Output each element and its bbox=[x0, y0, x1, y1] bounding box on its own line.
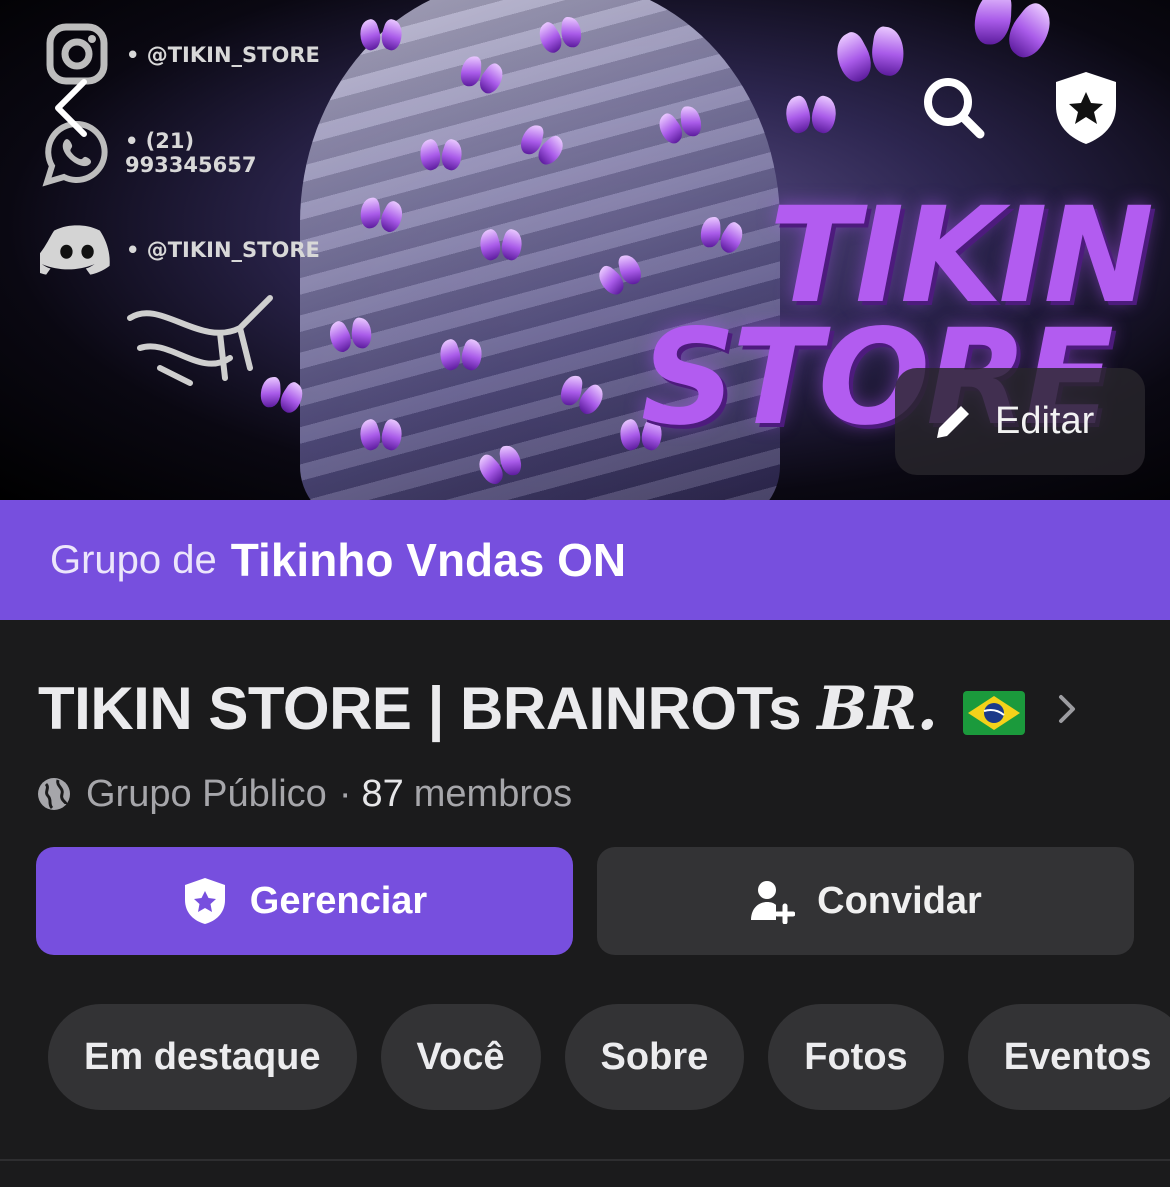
member-label[interactable]: membros bbox=[414, 773, 572, 816]
tab-about[interactable]: Sobre bbox=[564, 1004, 745, 1110]
tab-photos[interactable]: Fotos bbox=[768, 1004, 944, 1110]
shield-star-icon bbox=[184, 878, 225, 924]
owner-prefix: Grupo de bbox=[50, 537, 217, 582]
tab-events[interactable]: Eventos bbox=[967, 1004, 1170, 1110]
tab-you[interactable]: Você bbox=[380, 1004, 541, 1110]
group-tabs: Em destaque Você Sobre Fotos Eventos bbox=[48, 1004, 1170, 1110]
meta-separator: · bbox=[338, 772, 352, 815]
discord-icon bbox=[40, 216, 114, 284]
edit-cover-button[interactable]: Editar bbox=[895, 368, 1145, 475]
group-meta: Grupo Público · 87 membros bbox=[36, 764, 572, 824]
group-title-main: TIKIN STORE | BRAINROTs bbox=[38, 675, 818, 742]
section-divider bbox=[0, 1159, 1170, 1161]
butterfly-decoration bbox=[966, 0, 1057, 66]
butterfly-decoration bbox=[786, 97, 836, 135]
butterfly-decoration bbox=[833, 25, 908, 87]
group-title: TIKIN STORE | BRAINROTs BR. bbox=[38, 674, 1026, 744]
contact-discord-text: • @TIKIN_STORE bbox=[126, 238, 320, 262]
privacy-label: Grupo Público bbox=[86, 772, 327, 815]
search-button[interactable] bbox=[918, 72, 990, 144]
shield-star-icon bbox=[1056, 72, 1116, 144]
manage-button-label: Gerenciar bbox=[249, 879, 428, 922]
butterfly-decoration bbox=[480, 230, 522, 262]
back-button[interactable] bbox=[50, 76, 94, 140]
member-count[interactable]: 87 bbox=[361, 773, 403, 816]
group-title-row[interactable]: TIKIN STORE | BRAINROTs BR. bbox=[38, 664, 1138, 754]
contact-instagram-text: • @TIKIN_STORE bbox=[126, 43, 320, 67]
search-icon bbox=[924, 78, 985, 139]
admin-shield-button[interactable] bbox=[1050, 68, 1122, 148]
edit-cover-label: Editar bbox=[995, 400, 1095, 442]
chevron-right-icon[interactable] bbox=[1055, 689, 1079, 729]
butterfly-decoration bbox=[360, 20, 402, 52]
owner-name[interactable]: Tikinho Vndas ON bbox=[231, 533, 626, 587]
add-person-icon bbox=[751, 881, 796, 924]
cover-photo: TIKIN STORE • @TIKIN_STORE • (21) 993345… bbox=[0, 0, 1170, 500]
invite-button-label: Convidar bbox=[817, 879, 982, 922]
invite-button[interactable]: Convidar bbox=[597, 847, 1134, 955]
chevron-left-icon bbox=[55, 79, 87, 137]
contact-whatsapp-text: • (21) 993345657 bbox=[124, 129, 257, 177]
pencil-icon bbox=[937, 405, 969, 438]
globe-icon bbox=[38, 778, 70, 810]
butterfly-decoration bbox=[420, 140, 462, 172]
skeleton-hand-decoration bbox=[127, 295, 273, 386]
manage-button[interactable]: Gerenciar bbox=[36, 847, 573, 955]
group-owner-banner[interactable]: Grupo de Tikinho Vndas ON bbox=[0, 500, 1170, 620]
contact-discord: • @TIKIN_STORE bbox=[40, 215, 330, 285]
group-title-styled: BR. bbox=[817, 674, 938, 744]
butterfly-decoration bbox=[440, 340, 482, 372]
brazil-flag-icon bbox=[963, 691, 1026, 736]
tab-featured[interactable]: Em destaque bbox=[48, 1004, 357, 1110]
butterfly-decoration bbox=[360, 420, 402, 452]
